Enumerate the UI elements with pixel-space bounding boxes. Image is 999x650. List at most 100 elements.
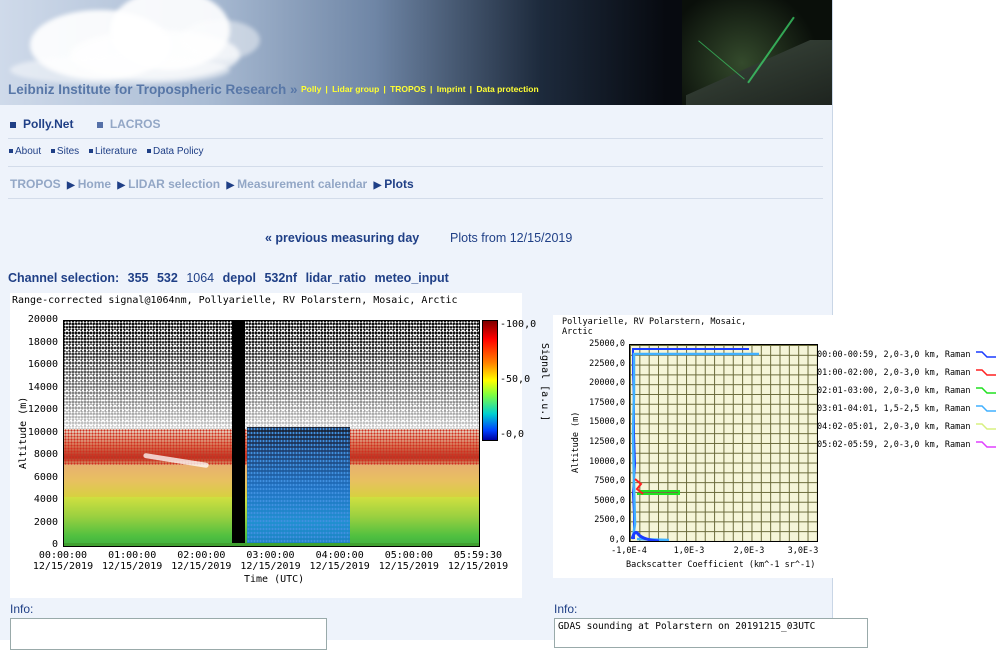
legend-entry: 00:00-00:59, 2,0-3,0 km, Raman	[817, 350, 997, 360]
divider	[8, 138, 823, 139]
profile-ytick: 25000,0	[589, 339, 625, 349]
profile-ytick: 22500,0	[589, 358, 625, 369]
channel-selection: Channel selection: 355 532 1064 depol 53…	[8, 271, 454, 285]
channel-532nf[interactable]: 532nf	[264, 271, 297, 285]
legend-line-icon	[975, 369, 996, 376]
subnav-about[interactable]: About	[9, 146, 41, 157]
crumb-plots: Plots	[384, 177, 414, 191]
rcs-ylabel: Altitude (m)	[18, 396, 29, 469]
legend-line-icon	[975, 405, 996, 412]
header-nav: Polly | Lidar group | TROPOS | Imprint | Dat…	[301, 84, 539, 94]
channel-lidar-ratio[interactable]: lidar_ratio	[306, 271, 366, 285]
crumb-measurement-calendar[interactable]: Measurement calendar	[237, 177, 367, 191]
bullet-icon	[88, 149, 93, 154]
rcs-xtick: 04:00:00 12/15/2019	[309, 550, 370, 572]
rcs-xtick: 02:00:00 12/15/2019	[171, 550, 232, 572]
tab-pollynet[interactable]: Polly.Net	[10, 117, 73, 131]
info-textarea-left[interactable]	[10, 618, 327, 650]
profile-xtick: 1,0E-3	[673, 546, 705, 556]
profile-plot-title: Pollyarielle, RV Polarstern, Mosaic, Arc…	[562, 317, 747, 337]
profile-line-01	[634, 478, 644, 495]
subnav-literature[interactable]: Literature	[88, 146, 137, 157]
legend-line-icon	[975, 423, 996, 430]
header-link-data-protection[interactable]: Data protection	[476, 84, 538, 94]
crumb-tropos[interactable]: TROPOS	[10, 177, 61, 191]
colorbar-label: Signal [a.u.]	[539, 343, 550, 422]
profile-ytick: 12500,0	[589, 437, 625, 447]
institute-title[interactable]: Leibniz Institute for Tropospheric Resea…	[8, 82, 298, 97]
rcs-ytick: 18000	[27, 336, 58, 348]
colorbar-tick: -50,0	[500, 374, 531, 385]
triangle-right-icon: ▶	[67, 180, 75, 191]
profile-line-03	[631, 352, 759, 541]
profile-ytick: 2500,0	[594, 515, 625, 526]
header-banner: Leibniz Institute for Tropospheric Resea…	[0, 0, 832, 105]
breadcrumb: TROPOS ▶ Home ▶ LIDAR selection ▶ Measureme…	[10, 177, 414, 191]
rcs-ytick: 6000	[33, 471, 58, 483]
rcs-ytick: 14000	[27, 381, 58, 393]
rcs-plot: Range-corrected signal@1064nm, Pollyarie…	[10, 293, 550, 598]
tab-lacros[interactable]: LACROS	[96, 117, 160, 131]
rcs-xtick: 03:00:00 12/15/2019	[240, 550, 301, 572]
colorbar-tick: -100,0	[500, 319, 537, 330]
header-link-imprint[interactable]: Imprint	[437, 84, 466, 94]
previous-day-link[interactable]: « previous measuring day	[265, 231, 419, 245]
crumb-home[interactable]: Home	[78, 177, 111, 191]
profile-ytick: 15000,0	[589, 417, 625, 428]
channel-1064[interactable]: 1064	[186, 271, 214, 285]
channel-selection-label: Channel selection:	[8, 271, 120, 285]
profile-xtick: 2,0E-3	[733, 546, 765, 556]
sub-nav: About Sites Literature Data Policy	[9, 146, 211, 157]
crumb-lidar-selection[interactable]: LIDAR selection	[128, 177, 220, 191]
triangle-right-icon: ▶	[226, 180, 235, 191]
colorbar-tick: -0,0	[500, 429, 525, 440]
info-textarea-right[interactable]: GDAS sounding at Polarstern on 20191215_…	[554, 618, 868, 648]
triangle-right-icon: ▶	[373, 180, 382, 191]
profile-curves	[630, 348, 759, 541]
profile-ytick: 7500,0	[594, 476, 625, 487]
channel-meteo-input[interactable]: meteo_input	[375, 271, 449, 285]
rcs-plot-title: Range-corrected signal@1064nm, Pollyarie…	[12, 295, 458, 306]
divider	[8, 166, 823, 167]
channel-depol[interactable]: depol	[223, 271, 256, 285]
profile-xtick: 3,0E-3	[787, 546, 819, 556]
header-link-lidar-group[interactable]: Lidar group	[332, 84, 379, 94]
profile-ytick: 17500,0	[589, 397, 625, 408]
header-link-polly[interactable]: Polly	[301, 84, 321, 94]
profile-line-00	[631, 348, 749, 539]
rcs-xtick: 00:00:00 12/15/2019	[32, 550, 94, 572]
profile-xtick: -1,0E-4	[611, 546, 647, 556]
legend-line-icon	[975, 387, 996, 394]
divider	[8, 198, 823, 199]
square-bullet-icon	[96, 121, 103, 128]
project-tabs: Polly.Net LACROS	[10, 117, 180, 131]
channel-355[interactable]: 355	[128, 271, 149, 285]
plots-date: Plots from 12/15/2019	[450, 231, 573, 245]
legend-entry: 03:01-04:01, 1,5-2,5 km, Raman	[817, 404, 997, 414]
legend-line-icon	[975, 441, 996, 448]
subnav-sites[interactable]: Sites	[50, 146, 79, 157]
info-label-left: Info:	[10, 602, 34, 616]
bullet-icon	[146, 149, 151, 154]
rcs-xtick: 01:00:00 12/15/2019	[102, 550, 163, 572]
rcs-xtick: 05:00:00 12/15/2019	[378, 550, 439, 572]
rcs-ytick: 4000	[33, 494, 58, 505]
profile-xlabel: Backscatter Coefficient (km^-1 sr^-1)	[626, 560, 816, 570]
subnav-data-policy[interactable]: Data Policy	[146, 146, 204, 157]
bullet-icon	[50, 149, 55, 154]
header-link-tropos[interactable]: TROPOS	[390, 84, 426, 94]
channel-532[interactable]: 532	[157, 271, 178, 285]
legend-entry: 05:02-05:59, 2,0-3,0 km, Raman	[817, 440, 997, 450]
rcs-ytick: 16000	[27, 359, 58, 370]
profile-ytick: 10000,0	[589, 456, 625, 467]
profile-ytick: 20000,0	[589, 378, 625, 389]
square-bullet-icon	[10, 121, 16, 128]
rcs-heatmap	[63, 320, 480, 547]
triangle-right-icon: ▶	[117, 180, 126, 191]
colorbar	[482, 320, 498, 441]
rcs-ytick: 2000	[33, 516, 58, 528]
bullet-icon	[9, 149, 13, 154]
legend-line-icon	[975, 351, 996, 358]
rcs-xtick: 05:59:30 12/15/2019	[447, 550, 509, 572]
rcs-ytick: 0	[51, 539, 58, 550]
